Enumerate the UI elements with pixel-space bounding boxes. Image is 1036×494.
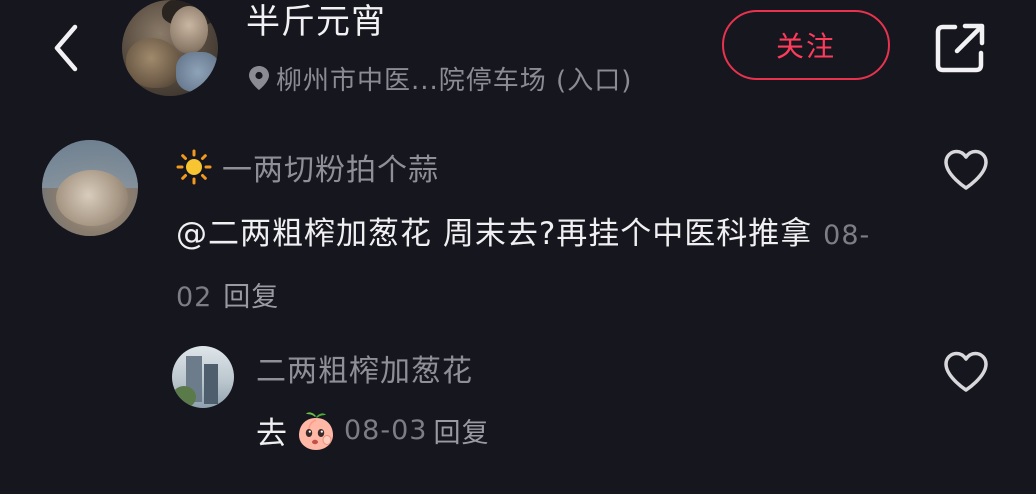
heart-outline-icon (944, 351, 988, 392)
replier-avatar[interactable] (172, 346, 234, 408)
share-external-icon (935, 23, 985, 73)
peach-emoji-icon (299, 412, 333, 450)
reply-text: 去 (256, 415, 288, 452)
like-button[interactable] (940, 144, 992, 196)
back-button[interactable] (44, 18, 88, 78)
heart-outline-icon (944, 149, 988, 190)
commenter-avatar[interactable] (42, 140, 138, 236)
share-button[interactable] (930, 18, 990, 78)
commenter-name-text: 一两切粉拍个蒜 (222, 153, 439, 188)
follow-button[interactable]: 关注 (722, 10, 890, 80)
author-avatar[interactable] (122, 0, 218, 96)
location-pin-icon (249, 66, 269, 90)
author-username[interactable]: 半斤元宵 (246, 2, 386, 42)
chevron-left-icon (54, 24, 78, 72)
reply-body: 去 08-03 回复 (256, 404, 489, 456)
comment-text: @二两粗榨加葱花 周末去?再挂个中医科推拿 (176, 216, 813, 252)
replier-name[interactable]: 二两粗榨加葱花 (256, 346, 473, 390)
reply-button[interactable]: 回复 (223, 282, 279, 313)
location-tag[interactable]: 柳州市中医...院停车场 (入口) (248, 60, 632, 96)
comment-body: @二两粗榨加葱花 周末去?再挂个中医科推拿 08-02 回复 (176, 204, 906, 328)
sun-icon (176, 149, 212, 185)
reply-date: 08-03 (344, 414, 428, 446)
like-button[interactable] (940, 346, 992, 398)
commenter-name[interactable]: 一两切粉拍个蒜 (176, 146, 439, 188)
location-text: 柳州市中医...院停车场 (入口) (276, 65, 633, 96)
reply-button[interactable]: 回复 (433, 411, 489, 450)
